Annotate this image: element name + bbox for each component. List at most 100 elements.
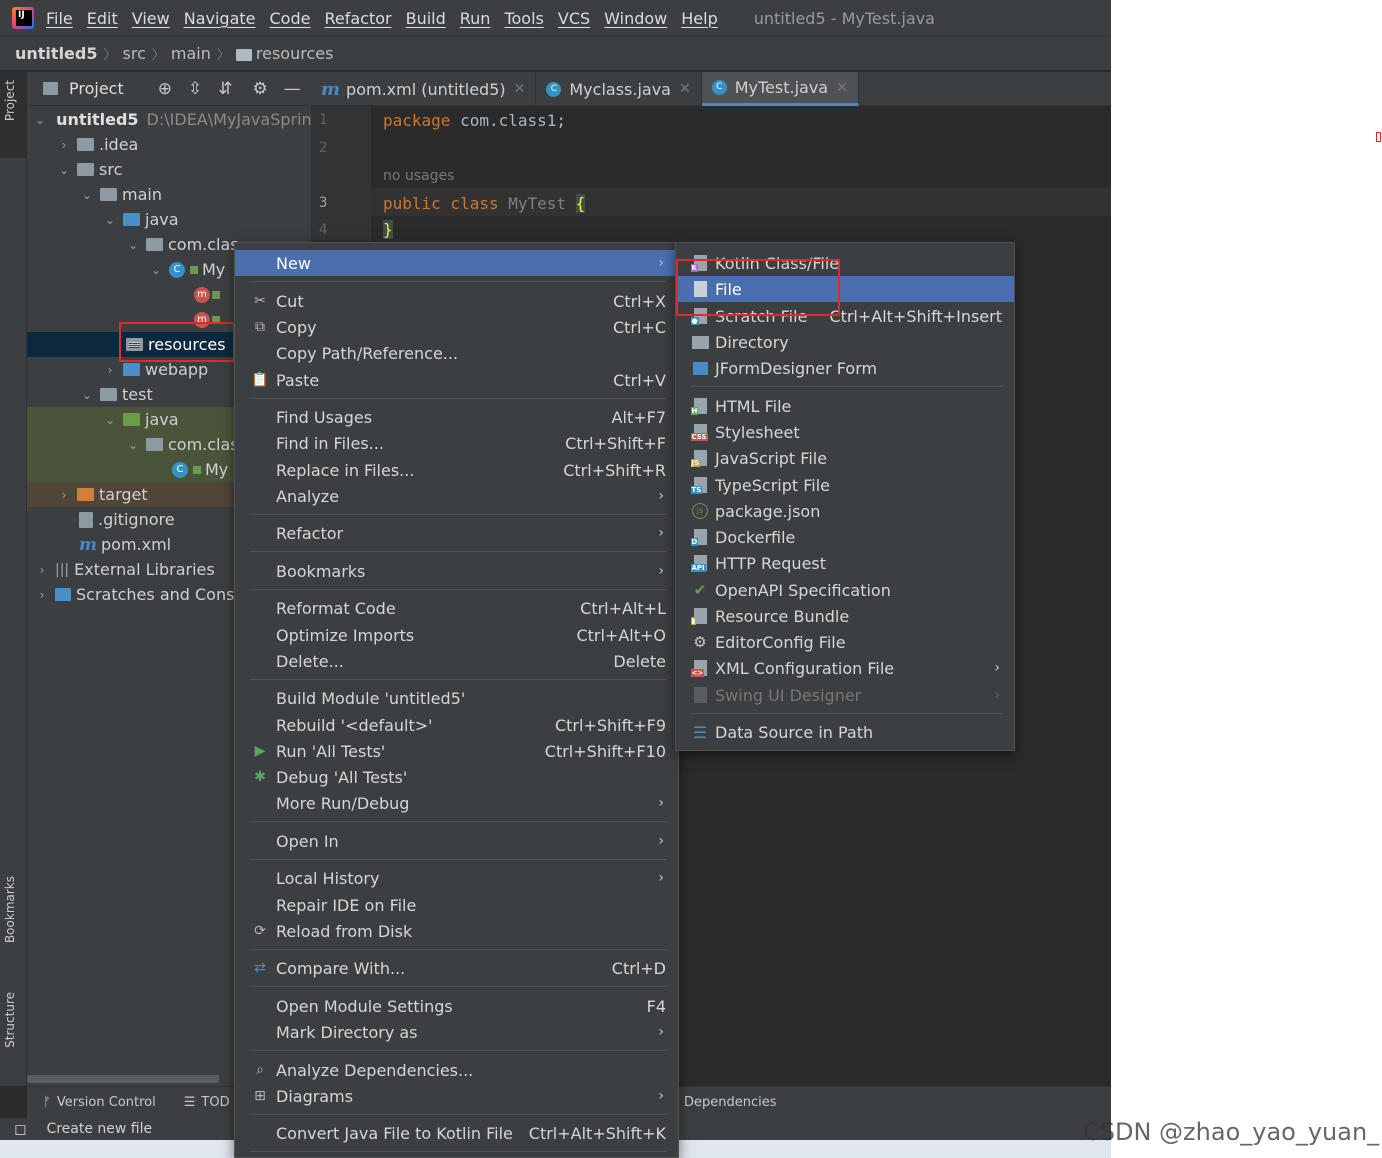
chevron-down-icon[interactable]: ⌄ [149, 263, 163, 277]
menu-item-debug-tests[interactable]: ✱ Debug 'All Tests' [235, 764, 678, 790]
menu-run[interactable]: Run [460, 9, 491, 28]
menu-item-convert-to-kotlin[interactable]: Convert Java File to Kotlin File Ctrl+Alt… [235, 1120, 678, 1146]
todo-tab[interactable]: TOD [201, 1095, 229, 1110]
menu-build[interactable]: Build [406, 9, 446, 28]
version-control-tab[interactable]: Version Control [57, 1095, 156, 1110]
new-item-openapi[interactable]: ✔ OpenAPI Specification [676, 577, 1014, 603]
chevron-right-icon[interactable]: › [35, 588, 49, 602]
panel-toggle-icon[interactable]: ◻ [14, 1120, 26, 1138]
menu-window[interactable]: Window [604, 9, 667, 28]
new-item-xml-config[interactable]: <> XML Configuration File › [676, 655, 1014, 681]
menu-item-new[interactable]: New › [235, 250, 678, 276]
menu-refactor[interactable]: Refactor [324, 9, 391, 28]
tree-item-main[interactable]: ⌄ main [27, 182, 311, 207]
menu-item-paste[interactable]: 📋 Paste Ctrl+V [235, 367, 678, 393]
chevron-right-icon[interactable]: › [35, 563, 49, 577]
chevron-down-icon[interactable]: ⌄ [126, 238, 140, 252]
menu-item-optimize-imports[interactable]: Optimize Imports Ctrl+Alt+O [235, 622, 678, 648]
close-icon[interactable]: ✕ [514, 81, 526, 97]
menu-item-reload-from-disk[interactable]: ⟳ Reload from Disk [235, 918, 678, 944]
menu-code[interactable]: Code [270, 9, 311, 28]
menu-help[interactable]: Help [681, 9, 717, 28]
menu-tools[interactable]: Tools [504, 9, 543, 28]
tab-mytest[interactable]: C MyTest.java ✕ [701, 72, 859, 106]
code-editor[interactable]: package com.class1; no usages public cla… [371, 106, 1111, 241]
close-icon[interactable]: ✕ [679, 81, 691, 97]
minimize-icon[interactable]: — [284, 79, 301, 99]
menu-vcs[interactable]: VCS [558, 9, 590, 28]
chevron-down-icon[interactable]: ⌄ [103, 413, 117, 427]
menu-item-more-run-debug[interactable]: More Run/Debug › [235, 790, 678, 816]
new-item-dockerfile[interactable]: D Dockerfile [676, 524, 1014, 550]
menu-item-rebuild[interactable]: Rebuild '<default>' Ctrl+Shift+F9 [235, 712, 678, 738]
menu-item-cut[interactable]: ✂ Cut Ctrl+X [235, 288, 678, 314]
stripe-bookmarks-tab[interactable]: Bookmarks [3, 876, 17, 943]
menu-item-replace-in-files[interactable]: Replace in Files... Ctrl+Shift+R [235, 457, 678, 483]
tree-item-project-root[interactable]: ⌄ untitled5 D:\IDEA\MyJavaSprin [27, 107, 311, 132]
new-item-stylesheet[interactable]: CSS Stylesheet [676, 419, 1014, 445]
new-item-package-json[interactable]: js package.json [676, 498, 1014, 524]
menu-item-open-in[interactable]: Open In › [235, 828, 678, 854]
chevron-right-icon[interactable]: › [103, 363, 117, 377]
menu-item-analyze[interactable]: Analyze › [235, 483, 678, 509]
new-item-html[interactable]: H HTML File [676, 393, 1014, 419]
chevron-down-icon[interactable]: ⌄ [80, 188, 94, 202]
new-item-resource-bundle[interactable]: ▮ Resource Bundle [676, 603, 1014, 629]
menu-item-reformat-code[interactable]: Reformat Code Ctrl+Alt+L [235, 595, 678, 621]
new-item-editorconfig[interactable]: ⚙ EditorConfig File [676, 629, 1014, 655]
menu-item-run-tests[interactable]: ▶ Run 'All Tests' Ctrl+Shift+F10 [235, 738, 678, 764]
usages-hint[interactable]: no usages [383, 168, 454, 184]
menu-item-delete[interactable]: Delete... Delete [235, 648, 678, 674]
chevron-down-icon[interactable]: ⌄ [35, 113, 45, 127]
breadcrumb-project[interactable]: untitled5 [15, 44, 97, 63]
chevron-down-icon[interactable]: ⌄ [57, 163, 71, 177]
menu-edit[interactable]: Edit [87, 9, 118, 28]
collapse-all-icon[interactable]: ⇵ [218, 79, 232, 99]
horizontal-scrollbar[interactable] [27, 1075, 219, 1083]
menu-item-copy[interactable]: ⧉ Copy Ctrl+C [235, 314, 678, 340]
project-panel-title[interactable]: Project [69, 79, 124, 98]
new-item-directory[interactable]: Directory [676, 329, 1014, 355]
menu-navigate[interactable]: Navigate [184, 9, 256, 28]
menu-item-compare-with[interactable]: ⇄ Compare With... Ctrl+D [235, 955, 678, 981]
chevron-down-icon[interactable]: ⌄ [80, 388, 94, 402]
tree-item-idea[interactable]: › .idea [27, 132, 311, 157]
menu-file[interactable]: File [46, 9, 73, 28]
menu-item-repair-ide[interactable]: Repair IDE on File [235, 892, 678, 918]
close-icon[interactable]: ✕ [836, 80, 848, 96]
dependencies-tab[interactable]: Dependencies [684, 1095, 777, 1110]
menu-item-mark-directory[interactable]: Mark Directory as › [235, 1019, 678, 1045]
stripe-structure-tab[interactable]: Structure [3, 992, 17, 1048]
tab-pom[interactable]: m pom.xml (untitled5) ✕ [311, 72, 537, 106]
menu-item-find-in-files[interactable]: Find in Files... Ctrl+Shift+F [235, 430, 678, 456]
menu-item-module-settings[interactable]: Open Module Settings F4 [235, 993, 678, 1019]
locate-target-icon[interactable]: ⊕ [158, 79, 172, 99]
chevron-right-icon[interactable]: › [57, 488, 71, 502]
menu-item-analyze-dependencies[interactable]: ⌕ Analyze Dependencies... [235, 1057, 678, 1083]
stripe-project-tab[interactable]: Project [3, 80, 17, 121]
new-item-javascript[interactable]: JS JavaScript File [676, 445, 1014, 471]
new-item-jformdesigner[interactable]: JFormDesigner Form [676, 355, 1014, 381]
menu-item-find-usages[interactable]: Find Usages Alt+F7 [235, 404, 678, 430]
menu-item-build-module[interactable]: Build Module 'untitled5' [235, 685, 678, 711]
new-item-http-request[interactable]: API HTTP Request [676, 550, 1014, 576]
chevron-down-icon[interactable]: ⌄ [126, 438, 140, 452]
chevron-down-icon[interactable]: ⌄ [103, 213, 117, 227]
new-item-typescript[interactable]: TS TypeScript File [676, 472, 1014, 498]
menu-item-copy-path[interactable]: Copy Path/Reference... [235, 340, 678, 366]
menu-item-local-history[interactable]: Local History › [235, 865, 678, 891]
new-item-data-source[interactable]: ☰ Data Source in Path [676, 719, 1014, 745]
menu-item-bookmarks[interactable]: Bookmarks › [235, 558, 678, 584]
breadcrumb-resources[interactable]: resources [256, 44, 334, 63]
gear-icon[interactable]: ⚙ [253, 79, 268, 99]
menu-item-diagrams[interactable]: ⊞ Diagrams › [235, 1083, 678, 1109]
breadcrumb-src[interactable]: src [123, 44, 146, 63]
tab-myclass[interactable]: C Myclass.java ✕ [536, 72, 702, 106]
expand-all-icon[interactable]: ⇳ [188, 79, 202, 99]
menu-item-refactor[interactable]: Refactor › [235, 520, 678, 546]
chevron-right-icon[interactable]: › [57, 138, 71, 152]
tree-item-java[interactable]: ⌄ java [27, 207, 311, 232]
breadcrumb-main[interactable]: main [171, 44, 211, 63]
tree-item-src[interactable]: ⌄ src [27, 157, 311, 182]
menu-view[interactable]: View [132, 9, 170, 28]
